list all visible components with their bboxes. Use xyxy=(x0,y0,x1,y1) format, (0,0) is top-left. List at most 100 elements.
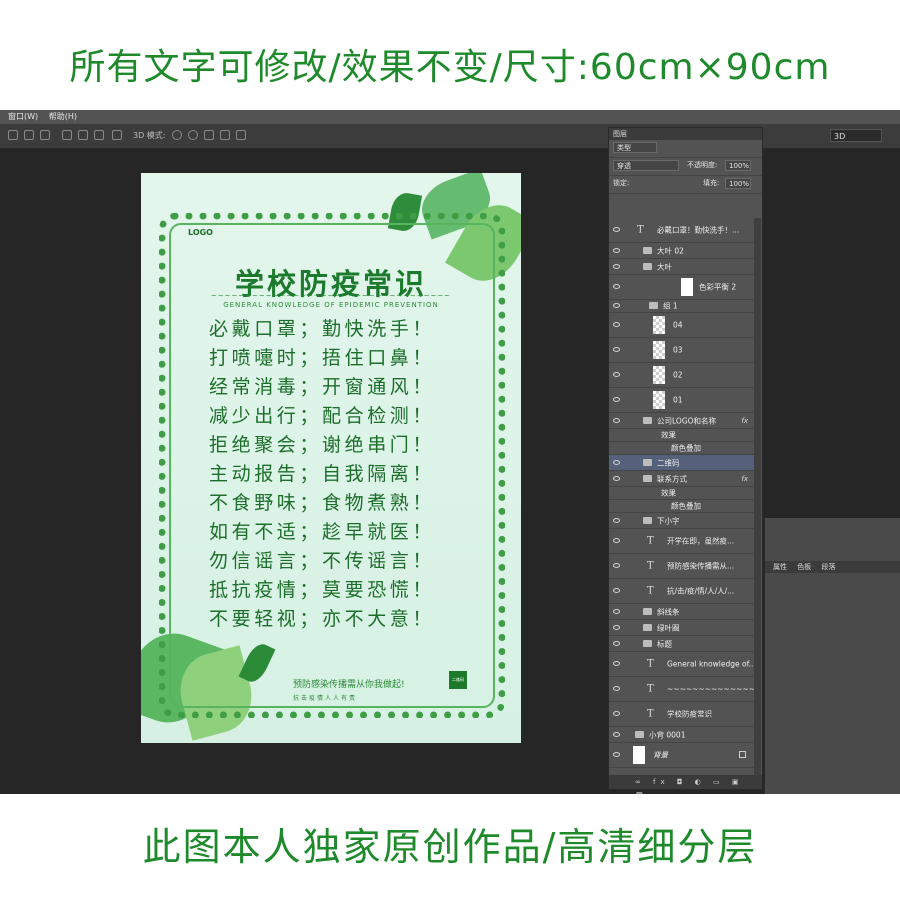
effect-row[interactable]: 颜色叠加 xyxy=(609,500,754,513)
layer-row[interactable]: T 开学在即，虽然疫... xyxy=(609,529,754,554)
eye-icon[interactable] xyxy=(613,538,620,543)
effect-row[interactable]: 效果 xyxy=(609,429,754,442)
opacity-field[interactable]: 100% xyxy=(725,160,751,171)
eye-icon[interactable] xyxy=(613,347,620,352)
layer-filter-select[interactable]: 类型 xyxy=(613,142,657,153)
distribute-bottom-icon[interactable] xyxy=(94,130,104,140)
eye-icon[interactable] xyxy=(613,752,620,757)
tab-properties[interactable]: 属性 xyxy=(773,563,787,571)
fill-field[interactable]: 100% xyxy=(725,178,751,189)
workspace-select[interactable]: 3D xyxy=(830,129,882,142)
layer-row[interactable]: 大叶 02 xyxy=(609,243,754,259)
layer-name: ~~~~~~~~~~~~~~~~ xyxy=(667,684,754,694)
auto-align-icon[interactable] xyxy=(112,130,122,140)
eye-icon[interactable] xyxy=(613,517,620,523)
menu-window[interactable]: 窗口(W) xyxy=(8,112,38,121)
effect-row[interactable]: 颜色叠加 xyxy=(609,442,754,455)
eye-icon[interactable] xyxy=(613,322,620,327)
layer-row[interactable]: 色彩平衡 2 xyxy=(609,275,754,300)
distribute-top-icon[interactable] xyxy=(62,130,72,140)
fx-icon[interactable]: fx xyxy=(741,417,748,425)
layers-panel: 图层 类型 穿透 不透明度: 100% 锁定: 填充: 100% T 必戴口罩！勤… xyxy=(608,127,763,794)
align-left-icon[interactable] xyxy=(8,130,18,140)
eye-icon[interactable] xyxy=(613,624,620,630)
rhyme-line: 不要轻视；亦不大意！ xyxy=(209,608,436,630)
lock-icon[interactable] xyxy=(739,751,746,758)
eye-icon[interactable] xyxy=(613,563,620,568)
rhyme-line: 经常消毒；开窗通风！ xyxy=(209,376,436,398)
layer-row[interactable]: 斜线条 xyxy=(609,604,754,620)
layer-row[interactable]: T 抗/击/疫/情/人/人/... xyxy=(609,579,754,604)
align-right-icon[interactable] xyxy=(40,130,50,140)
layer-name: 04 xyxy=(673,320,683,330)
layer-row[interactable]: 绿叶圈 xyxy=(609,620,754,636)
layer-row[interactable]: 01 xyxy=(609,388,754,413)
effect-row[interactable]: 效果 xyxy=(609,487,754,500)
layer-row[interactable]: 背景 xyxy=(609,743,754,768)
tab-paragraph[interactable]: 段落 xyxy=(821,563,835,571)
pan-3d-icon[interactable] xyxy=(204,130,214,140)
layers-scrollbar[interactable] xyxy=(754,218,761,778)
layer-name: 预防感染传播需从... xyxy=(667,561,735,571)
text-layer-icon: T xyxy=(647,585,654,597)
layer-row[interactable]: 下小字 xyxy=(609,513,754,529)
eye-icon[interactable] xyxy=(613,417,620,423)
layer-row[interactable]: T General knowledge of... xyxy=(609,652,754,677)
distribute-middle-icon[interactable] xyxy=(78,130,88,140)
tab-swatches[interactable]: 色板 xyxy=(797,563,811,571)
layer-name: 下小字 xyxy=(657,516,680,525)
layer-row[interactable]: 大叶 xyxy=(609,259,754,275)
eye-icon[interactable] xyxy=(613,711,620,716)
eye-icon[interactable] xyxy=(613,227,620,232)
layer-row[interactable]: 组 1 xyxy=(609,300,754,313)
layer-name: 效果 xyxy=(661,430,676,440)
layer-name: 效果 xyxy=(661,488,676,498)
menu-bar: 窗口(W) 帮助(H) xyxy=(0,110,900,124)
align-center-icon[interactable] xyxy=(24,130,34,140)
scale-3d-icon[interactable] xyxy=(236,130,246,140)
layer-name: 02 xyxy=(673,370,683,380)
mask-thumbnail xyxy=(681,278,693,296)
layer-thumbnail xyxy=(653,316,665,334)
slide-3d-icon[interactable] xyxy=(220,130,230,140)
eye-icon[interactable] xyxy=(613,608,620,614)
eye-icon[interactable] xyxy=(613,247,620,253)
roll-3d-icon[interactable] xyxy=(188,130,198,140)
rhyme-line: 打喷嚏时；捂住口鼻！ xyxy=(209,347,436,369)
blend-mode-select[interactable]: 穿透 xyxy=(613,160,679,171)
layer-row[interactable]: 03 xyxy=(609,338,754,363)
layer-row-selected[interactable]: 二维码 xyxy=(609,455,754,471)
layer-row[interactable]: 公司LOGO和名称 fx xyxy=(609,413,754,429)
eye-icon[interactable] xyxy=(613,263,620,269)
eye-icon[interactable] xyxy=(613,303,620,308)
rotate-3d-icon[interactable] xyxy=(172,130,182,140)
layer-row[interactable]: T 必戴口罩！勤快洗手！... xyxy=(609,218,754,243)
eye-icon[interactable] xyxy=(613,372,620,377)
rhyme-line: 勿信谣言；不传谣言！ xyxy=(209,550,436,572)
eye-icon[interactable] xyxy=(613,661,620,666)
layer-name: 开学在即，虽然疫... xyxy=(667,536,735,546)
eye-icon[interactable] xyxy=(613,459,620,465)
eye-icon[interactable] xyxy=(613,397,620,402)
layer-row[interactable]: 标题 xyxy=(609,636,754,652)
folder-icon xyxy=(635,730,644,738)
layers-footer-toolbar[interactable]: ∞ fx ◘ ◐ ▭ ▣ 🗑 xyxy=(609,775,762,794)
eye-icon[interactable] xyxy=(613,731,620,737)
layer-row[interactable]: 联系方式 fx xyxy=(609,471,754,487)
fx-icon[interactable]: fx xyxy=(741,475,748,483)
eye-icon[interactable] xyxy=(613,686,620,691)
rhyme-line: 必戴口罩；勤快洗手！ xyxy=(209,318,436,340)
layer-thumbnail xyxy=(653,341,665,359)
eye-icon[interactable] xyxy=(613,640,620,646)
layer-row[interactable]: T 学校防疫常识 xyxy=(609,702,754,727)
layer-row[interactable]: 02 xyxy=(609,363,754,388)
eye-icon[interactable] xyxy=(613,475,620,481)
layer-row[interactable]: T ~~~~~~~~~~~~~~~~ xyxy=(609,677,754,702)
menu-help[interactable]: 帮助(H) xyxy=(49,112,77,121)
text-layer-icon: T xyxy=(647,535,654,547)
layer-row[interactable]: T 预防感染传播需从... xyxy=(609,554,754,579)
eye-icon[interactable] xyxy=(613,588,620,593)
layer-row[interactable]: 04 xyxy=(609,313,754,338)
eye-icon[interactable] xyxy=(613,284,620,289)
layer-row[interactable]: 小背 0001 xyxy=(609,727,754,743)
